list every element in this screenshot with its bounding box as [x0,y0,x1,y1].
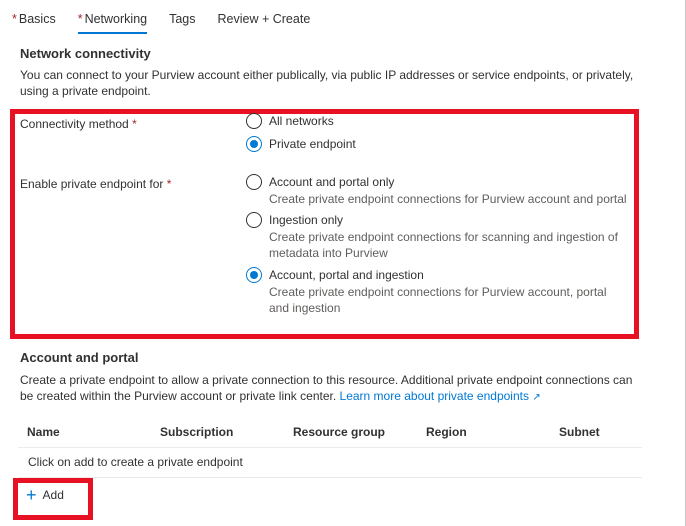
table-empty-row: Click on add to create a private endpoin… [18,448,642,478]
account-portal-description: Create a private endpoint to allow a pri… [20,373,633,403]
empty-message: Click on add to create a private endpoin… [28,455,243,469]
plus-icon: + [26,485,37,505]
network-connectivity-description: You can connect to your Purview account … [20,68,634,98]
radio-circle[interactable] [246,136,262,152]
column-header-name[interactable]: Name [27,425,60,439]
radio-label: Private endpoint [269,137,356,151]
radio-all-networks[interactable]: All networks [246,113,334,129]
column-header-resource-group[interactable]: Resource group [293,425,385,439]
learn-more-link[interactable]: Learn more about private endpoints ↗ [340,389,541,403]
radio-account-portal-ingestion[interactable]: Account, portal and ingestion Create pri… [246,267,629,316]
radio-circle[interactable] [246,174,262,190]
radio-circle[interactable] [246,113,262,129]
radio-account-portal-only[interactable]: Account and portal only Create private e… [246,174,629,207]
column-header-subnet[interactable]: Subnet [559,425,600,439]
radio-private-endpoint[interactable]: Private endpoint [246,136,356,152]
tab-label: Networking [84,12,148,26]
tab-bar: * Basics * Networking Tags Review + Create [12,10,332,36]
account-portal-title: Account and portal [20,350,139,365]
tab-review-create[interactable]: Review + Create [218,10,311,36]
required-marker: * [12,12,17,26]
enable-private-endpoint-label: Enable private endpoint for * [20,177,172,191]
required-marker: * [77,12,83,26]
add-button-label: Add [42,488,64,502]
radio-circle[interactable] [246,267,262,283]
column-header-subscription[interactable]: Subscription [160,425,233,439]
tab-label: Tags [169,12,196,26]
radio-label: Account, portal and ingestion [269,268,424,282]
radio-ingestion-only[interactable]: Ingestion only Create private endpoint c… [246,212,629,261]
radio-label: Account and portal only [269,175,395,189]
radio-description: Create private endpoint connections for … [269,285,607,315]
column-header-region[interactable]: Region [426,425,467,439]
radio-label: Ingestion only [269,213,344,227]
endpoint-table-header: Name Subscription Resource group Region … [18,418,642,448]
radio-description: Create private endpoint connections for … [269,192,627,206]
tab-label: Basics [18,12,56,26]
connectivity-method-label: Connectivity method * [20,117,137,131]
tab-label: Review + Create [217,12,311,26]
tab-networking[interactable]: * Networking [77,10,148,36]
tab-tags[interactable]: Tags [169,10,195,36]
radio-circle[interactable] [246,212,262,228]
external-link-icon: ↗ [532,392,541,403]
radio-label: All networks [269,114,334,128]
network-connectivity-title: Network connectivity [20,46,151,61]
radio-description: Create private endpoint connections for … [269,230,618,260]
add-button[interactable]: + Add [26,486,64,504]
tab-basics[interactable]: * Basics [12,10,56,36]
